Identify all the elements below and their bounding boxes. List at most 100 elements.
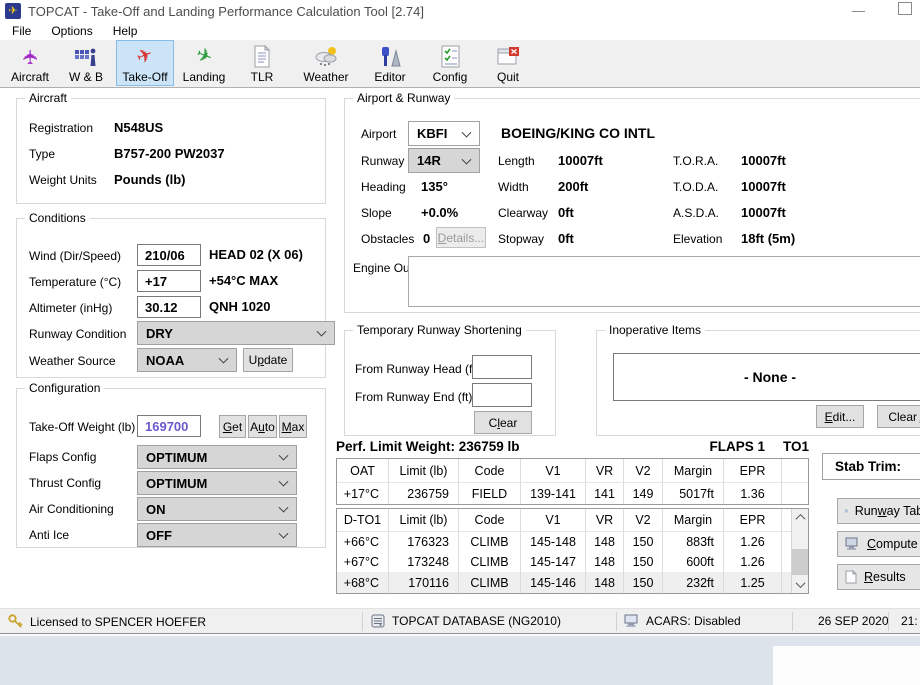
table-row-selected[interactable]: +68°C 170116 CLIMB 145-146 148 150 232ft… [337, 572, 808, 593]
document-icon [252, 45, 272, 68]
registration-value: N548US [114, 120, 163, 135]
status-bar: Licensed to SPENCER HOEFER TOPCAT DATABA… [0, 608, 920, 634]
clear-all-inoperative-button[interactable]: Clear A [877, 405, 920, 428]
get-button[interactable]: Get [219, 415, 246, 438]
conditions-group: Conditions Wind (Dir/Speed) HEAD 02 (X 0… [16, 218, 326, 378]
altimeter-info: QNH 1020 [209, 299, 270, 314]
key-icon [8, 614, 23, 629]
tow-input[interactable] [137, 415, 201, 437]
clearway-label: Clearway [498, 206, 548, 220]
weather-source-select[interactable]: NOAA [137, 348, 237, 372]
asda-label: A.S.D.A. [673, 206, 719, 220]
compute-button[interactable]: Compute [837, 531, 920, 557]
stab-trim-label: Stab Trim: [835, 459, 901, 474]
runway-condition-select[interactable]: DRY [137, 321, 335, 345]
clearway-value: 0ft [558, 205, 574, 220]
elevation-value: 18ft (5m) [741, 231, 795, 246]
wind-input[interactable] [137, 244, 201, 266]
computer-icon [845, 537, 860, 551]
minimize-icon[interactable] [852, 11, 865, 12]
menu-options[interactable]: Options [41, 22, 102, 40]
topcat-window: ✈ TOPCAT - Take-Off and Landing Performa… [0, 0, 920, 685]
slope-label: Slope [361, 206, 392, 220]
altimeter-input[interactable] [137, 296, 201, 318]
max-button[interactable]: Max [279, 415, 307, 438]
scroll-down-icon[interactable] [792, 576, 808, 593]
weather-source-label: Weather Source [29, 354, 116, 368]
weight-units-label: Weight Units [29, 173, 97, 187]
window-title: TOPCAT - Take-Off and Landing Performanc… [28, 4, 424, 19]
menu-file[interactable]: File [2, 22, 41, 40]
aircraft-group-title: Aircraft [25, 91, 71, 105]
app-icon: ✈ [5, 3, 21, 19]
inoperative-group-title: Inoperative Items [605, 323, 705, 337]
thrust-select[interactable]: OPTIMUM [137, 471, 297, 495]
toolbar-weather[interactable]: Weather [294, 40, 358, 86]
table-row[interactable]: +66°C 176323 CLIMB 145-148 148 150 883ft… [337, 532, 808, 552]
table-row[interactable]: +17°C 236759 FIELD 139-141 141 149 5017f… [337, 483, 808, 504]
from-head-input[interactable] [472, 355, 532, 379]
title-bar: ✈ TOPCAT - Take-Off and Landing Performa… [0, 0, 920, 22]
perf-table-derate: D-TO1 Limit (lb) Code V1 VR V2 Margin EP… [336, 508, 809, 594]
airport-group-title: Airport & Runway [353, 91, 454, 105]
toolbar-aircraft[interactable]: ✈ Aircraft [4, 40, 56, 86]
air-conditioning-select[interactable]: ON [137, 497, 297, 521]
tora-label: T.O.R.A. [673, 154, 718, 168]
anti-ice-select[interactable]: OFF [137, 523, 297, 547]
weight-balance-icon [74, 46, 98, 68]
tow-label: Take-Off Weight (lb) [29, 420, 135, 434]
flaps-select[interactable]: OPTIMUM [137, 445, 297, 469]
runway-select[interactable]: 14R [408, 148, 480, 173]
shortening-group-title: Temporary Runway Shortening [353, 323, 526, 337]
toolbar-tlr[interactable]: TLR [234, 40, 290, 86]
asda-value: 10007ft [741, 205, 786, 220]
width-label: Width [498, 180, 529, 194]
obstacle-details-button[interactable]: Details... [436, 227, 486, 248]
table-grid-icon [845, 504, 848, 518]
toolbar-config[interactable]: Config [422, 40, 478, 86]
airport-select[interactable]: KBFI [408, 121, 480, 146]
menu-help[interactable]: Help [103, 22, 148, 40]
toolbar-editor[interactable]: Editor [362, 40, 418, 86]
runway-label: Runway [361, 154, 404, 168]
toolbar-wb[interactable]: W & B [60, 40, 112, 86]
scrollbar[interactable] [791, 509, 808, 593]
toolbar-quit[interactable]: Quit [482, 40, 534, 86]
landing-icon: ✈ [193, 45, 215, 69]
temperature-info: +54°C MAX [209, 273, 278, 288]
engine-out-box[interactable] [408, 256, 920, 307]
wind-info: HEAD 02 (X 06) [209, 247, 303, 262]
update-button[interactable]: Update [243, 348, 293, 372]
configuration-group-title: Configuration [25, 381, 104, 395]
toolbar-takeoff[interactable]: ✈ Take-Off [116, 40, 174, 86]
table-row[interactable]: +67°C 173248 CLIMB 145-147 148 150 600ft… [337, 552, 808, 572]
perf-limit-weight: Perf. Limit Weight: 236759 lb [336, 439, 520, 454]
background-window-fragment [773, 646, 920, 685]
runway-table-button[interactable]: Runway Table [837, 498, 920, 524]
toda-label: T.O.D.A. [673, 180, 718, 194]
scrollbar-thumb[interactable] [792, 549, 808, 575]
toolbar-landing[interactable]: ✈ Landing [178, 40, 230, 86]
registration-label: Registration [29, 121, 93, 135]
airport-label: Airport [361, 127, 396, 141]
auto-button[interactable]: Auto [248, 415, 277, 438]
results-button[interactable]: Results [837, 564, 920, 590]
maximize-icon[interactable] [898, 2, 912, 15]
heading-label: Heading [361, 180, 406, 194]
chevron-down-icon [279, 529, 289, 539]
chevron-down-icon [279, 451, 289, 461]
perf-config-label: TO1 [783, 439, 809, 454]
inoperative-list[interactable]: - None - [613, 353, 920, 401]
elevation-label: Elevation [673, 232, 722, 246]
from-end-input[interactable] [472, 383, 532, 407]
inoperative-items-group: Inoperative Items - None - Edit... Clear… [596, 330, 920, 436]
thrust-label: Thrust Config [29, 476, 101, 490]
temperature-input[interactable] [137, 270, 201, 292]
clear-shortening-button[interactable]: Clear [474, 411, 532, 434]
scroll-up-icon[interactable] [792, 509, 808, 526]
airport-name: BOEING/KING CO INTL [501, 125, 655, 141]
edit-inoperative-button[interactable]: Edit... [816, 405, 864, 428]
wind-label: Wind (Dir/Speed) [29, 249, 121, 263]
perf-flaps-label: FLAPS 1 [709, 439, 765, 454]
type-value: B757-200 PW2037 [114, 146, 225, 161]
